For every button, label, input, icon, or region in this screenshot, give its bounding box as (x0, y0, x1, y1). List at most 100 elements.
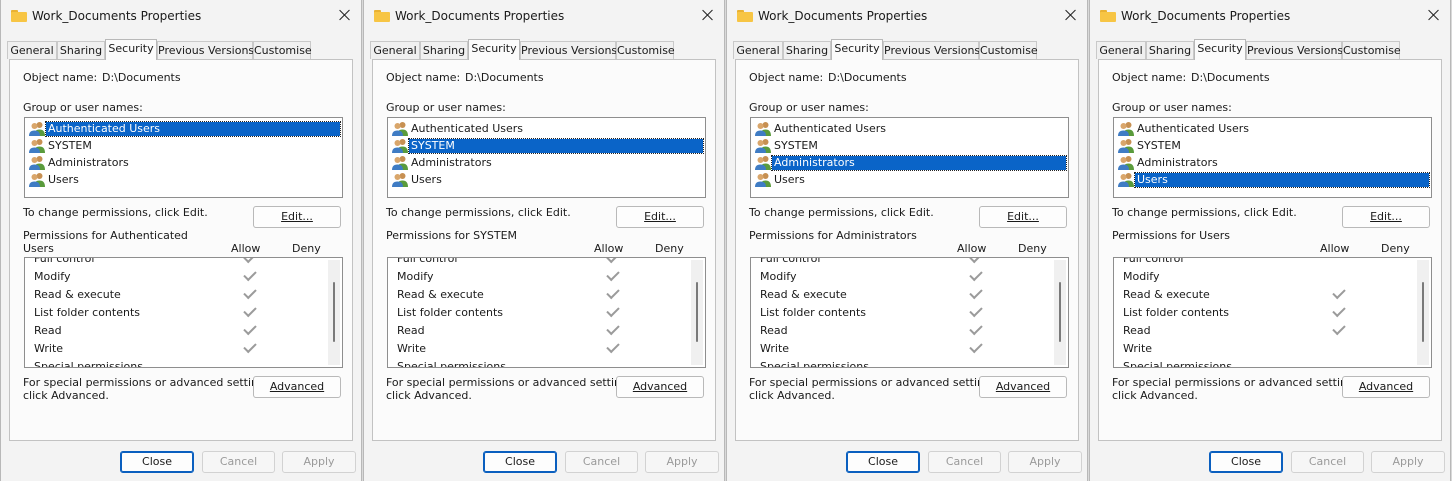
advanced-button[interactable]: Advanced (253, 376, 341, 398)
tab-security[interactable]: Security (831, 39, 883, 60)
close-button[interactable]: Close (483, 451, 557, 473)
change-permissions-hint: To change permissions, click Edit. (749, 206, 934, 219)
scrollbar-thumb[interactable] (696, 282, 698, 342)
advanced-button[interactable]: Advanced (616, 376, 704, 398)
user-users[interactable]: Users (753, 171, 1066, 188)
tab-previous-versions[interactable]: Previous Versions (1246, 41, 1343, 59)
object-name-value: D:\Documents (102, 71, 181, 84)
scrollbar-thumb[interactable] (1422, 282, 1424, 342)
close-icon[interactable] (1061, 5, 1081, 25)
user-system[interactable]: SYSTEM (27, 137, 340, 154)
cancel-button[interactable]: Cancel (928, 451, 1001, 473)
advanced-hint: For special permissions or advanced sett… (1112, 376, 1364, 389)
permission-name: Special permissions (397, 360, 506, 368)
close-button[interactable]: Close (1209, 451, 1283, 473)
permissions-scrollbar[interactable] (1054, 260, 1066, 365)
apply-button[interactable]: Apply (1371, 451, 1445, 473)
user-authenticated-users[interactable]: Authenticated Users (27, 120, 341, 137)
tab-customise[interactable]: Customise (253, 41, 312, 59)
tab-customise[interactable]: Customise (1342, 41, 1401, 59)
advanced-button[interactable]: Advanced (979, 376, 1067, 398)
user-administrators[interactable]: Administrators (390, 154, 703, 171)
tab-sharing[interactable]: Sharing (1146, 41, 1194, 59)
cancel-button[interactable]: Cancel (565, 451, 638, 473)
permission-row-write: Write (1123, 339, 1423, 357)
permission-name: Read (34, 324, 62, 337)
user-users[interactable]: Users (27, 171, 340, 188)
tab-security[interactable]: Security (105, 39, 157, 60)
group-user-label: Group or user names: (749, 101, 869, 114)
advanced-button[interactable]: Advanced (1342, 376, 1430, 398)
advanced-button-label: Advanced (1358, 380, 1414, 393)
change-permissions-hint: To change permissions, click Edit. (386, 206, 571, 219)
permissions-scrollbar[interactable] (328, 260, 340, 365)
group-user-label: Group or user names: (23, 101, 143, 114)
cancel-button[interactable]: Cancel (202, 451, 275, 473)
user-system[interactable]: SYSTEM (753, 137, 1066, 154)
user-users[interactable]: Users (1116, 171, 1430, 188)
tab-general[interactable]: General (1096, 41, 1146, 59)
tab-general[interactable]: General (733, 41, 783, 59)
scrollbar-thumb[interactable] (333, 282, 335, 342)
dialog-title: Work_Documents Properties (758, 9, 928, 23)
permissions-list[interactable]: Full control Modify Read & execute List … (24, 257, 343, 368)
scrollbar-thumb[interactable] (1059, 282, 1061, 342)
tab-customise[interactable]: Customise (979, 41, 1038, 59)
permission-name: Write (1123, 342, 1153, 355)
apply-button[interactable]: Apply (1008, 451, 1082, 473)
user-list[interactable]: Authenticated Users SYSTEM Administrator… (1113, 117, 1432, 198)
user-authenticated-users[interactable]: Authenticated Users (753, 120, 1066, 137)
permissions-list[interactable]: Full control Modify Read & execute List … (1113, 257, 1432, 368)
user-administrators[interactable]: Administrators (753, 154, 1067, 171)
permissions-list[interactable]: Full control Modify Read & execute List … (750, 257, 1069, 368)
apply-button[interactable]: Apply (645, 451, 719, 473)
tab-sharing[interactable]: Sharing (57, 41, 105, 59)
user-administrators[interactable]: Administrators (27, 154, 340, 171)
user-system[interactable]: SYSTEM (390, 137, 704, 154)
user-list[interactable]: Authenticated Users SYSTEM Administrator… (387, 117, 706, 198)
tab-general[interactable]: General (370, 41, 420, 59)
edit-button-label: Edit... (1007, 210, 1039, 223)
user-system[interactable]: SYSTEM (1116, 137, 1429, 154)
tab-previous-versions[interactable]: Previous Versions (883, 41, 980, 59)
permissions-scrollbar[interactable] (1417, 260, 1429, 365)
permissions-scrollbar[interactable] (691, 260, 703, 365)
user-list[interactable]: Authenticated Users SYSTEM Administrator… (24, 117, 343, 198)
tab-general[interactable]: General (7, 41, 57, 59)
edit-button[interactable]: Edit... (253, 206, 341, 228)
allow-check-icon (969, 321, 983, 336)
tab-security[interactable]: Security (468, 39, 520, 60)
close-icon[interactable] (698, 5, 718, 25)
close-icon[interactable] (1424, 5, 1444, 25)
tab-previous-versions[interactable]: Previous Versions (520, 41, 617, 59)
tab-customise[interactable]: Customise (616, 41, 675, 59)
allow-check-icon (243, 267, 257, 282)
close-icon[interactable] (335, 5, 355, 25)
permission-name: Modify (1123, 270, 1160, 283)
edit-button[interactable]: Edit... (979, 206, 1067, 228)
user-authenticated-users[interactable]: Authenticated Users (390, 120, 703, 137)
tab-security[interactable]: Security (1194, 39, 1246, 60)
user-administrators[interactable]: Administrators (1116, 154, 1429, 171)
advanced-button-label: Advanced (632, 380, 688, 393)
user-name: SYSTEM (48, 139, 92, 152)
tab-sharing[interactable]: Sharing (420, 41, 468, 59)
edit-button[interactable]: Edit... (616, 206, 704, 228)
close-button[interactable]: Close (846, 451, 920, 473)
allow-column-header: Allow (594, 242, 624, 255)
users-group-icon (1118, 138, 1134, 153)
allow-check-icon (243, 303, 257, 318)
permission-row-modify: Modify (397, 267, 697, 285)
tab-previous-versions[interactable]: Previous Versions (157, 41, 254, 59)
apply-button[interactable]: Apply (282, 451, 356, 473)
user-name: Administrators (411, 156, 492, 169)
edit-button[interactable]: Edit... (1342, 206, 1430, 228)
cancel-button[interactable]: Cancel (1291, 451, 1364, 473)
user-users[interactable]: Users (390, 171, 703, 188)
permissions-list[interactable]: Full control Modify Read & execute List … (387, 257, 706, 368)
tab-sharing[interactable]: Sharing (783, 41, 831, 59)
permission-row-list-folder-contents: List folder contents (34, 303, 334, 321)
user-authenticated-users[interactable]: Authenticated Users (1116, 120, 1429, 137)
close-button[interactable]: Close (120, 451, 194, 473)
user-list[interactable]: Authenticated Users SYSTEM Administrator… (750, 117, 1069, 198)
